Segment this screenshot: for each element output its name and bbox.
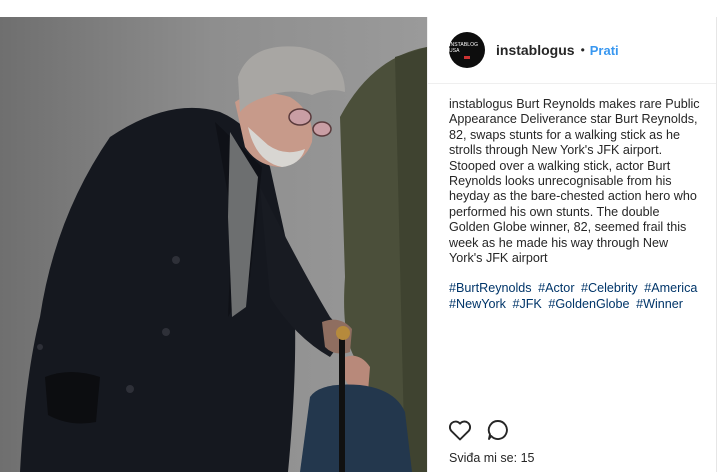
post-side-panel: INSTABLOG USA instablogus • Prati instab… [427, 17, 717, 472]
hashtag-list: #BurtReynolds #Actor #Celebrity #America… [428, 266, 716, 312]
username-link[interactable]: instablogus [496, 42, 575, 58]
hashtag-link[interactable]: #Celebrity [581, 281, 638, 295]
hashtag-link[interactable]: #GoldenGlobe [548, 297, 629, 311]
avatar[interactable]: INSTABLOG USA [449, 32, 485, 68]
separator-dot: • [580, 43, 585, 57]
post-actions [448, 419, 510, 441]
hashtag-link[interactable]: #BurtReynolds [449, 281, 532, 295]
instagram-post: INSTABLOG USA instablogus • Prati instab… [0, 17, 717, 472]
comment-bubble-icon[interactable] [486, 419, 510, 441]
post-photo-image [0, 17, 427, 472]
likes-label: Sviđa mi se: [449, 451, 518, 465]
caption-text: Burt Reynolds makes rare Public Appearan… [449, 97, 700, 266]
post-caption: instablogus Burt Reynolds makes rare Pub… [428, 84, 716, 266]
avatar-text: INSTABLOG USA [449, 41, 479, 54]
hashtag-link[interactable]: #America [644, 281, 697, 295]
hashtag-link[interactable]: #NewYork [449, 297, 506, 311]
caption-username[interactable]: instablogus [449, 97, 513, 111]
post-header: INSTABLOG USA instablogus • Prati [428, 17, 716, 84]
likes-count[interactable]: Sviđa mi se: 15 [449, 451, 534, 465]
likes-number: 15 [520, 451, 535, 465]
hashtag-link[interactable]: #Actor [538, 281, 574, 295]
hashtag-link[interactable]: #Winner [636, 297, 683, 311]
heart-icon[interactable] [448, 419, 472, 441]
follow-button[interactable]: Prati [590, 43, 619, 58]
post-photo[interactable] [0, 17, 427, 472]
flag-icon [464, 55, 470, 59]
hashtag-link[interactable]: #JFK [512, 297, 541, 311]
